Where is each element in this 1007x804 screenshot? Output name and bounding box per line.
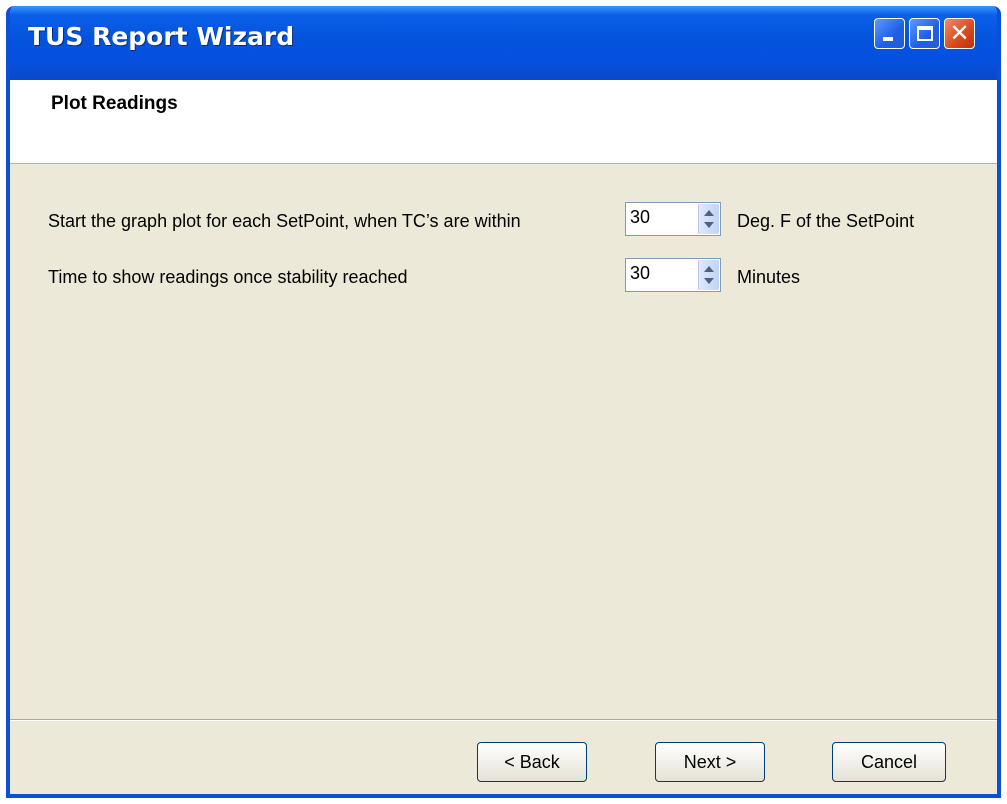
wizard-header: Plot Readings (10, 80, 997, 164)
start-plot-value[interactable]: 30 (630, 207, 650, 228)
maximize-button[interactable] (909, 18, 940, 49)
wizard-content: Start the graph plot for each SetPoint, … (10, 164, 997, 720)
title-bar[interactable]: TUS Report Wizard ✕ (10, 6, 997, 80)
chevron-down-icon[interactable] (704, 278, 714, 284)
maximize-icon (917, 26, 933, 41)
start-plot-stepper[interactable]: 30 (625, 202, 721, 236)
start-plot-unit-label: Deg. F of the SetPoint (737, 211, 915, 231)
cancel-button[interactable]: Cancel (832, 742, 946, 782)
wizard-window: TUS Report Wizard ✕ Plot Readings Start … (6, 6, 1001, 798)
start-plot-label: Start the graph plot for each SetPoint, … (48, 211, 521, 231)
minimize-button[interactable] (874, 18, 905, 49)
back-button[interactable]: < Back (477, 742, 587, 782)
close-button[interactable]: ✕ (944, 18, 975, 49)
footer-divider (10, 719, 997, 721)
time-readings-spin-buttons[interactable] (698, 260, 719, 290)
next-button[interactable]: Next > (655, 742, 765, 782)
time-readings-value[interactable]: 30 (630, 263, 650, 284)
minimize-icon (883, 37, 893, 41)
chevron-up-icon[interactable] (704, 266, 714, 272)
chevron-down-icon[interactable] (704, 222, 714, 228)
time-readings-unit-label: Minutes (737, 267, 801, 287)
window-title: TUS Report Wizard (28, 22, 295, 51)
close-icon: ✕ (949, 19, 970, 47)
time-readings-label: Time to show readings once stability rea… (48, 267, 408, 287)
time-readings-stepper[interactable]: 30 (625, 258, 721, 292)
page-title: Plot Readings (51, 93, 178, 114)
chevron-up-icon[interactable] (704, 210, 714, 216)
start-plot-spin-buttons[interactable] (698, 204, 719, 234)
